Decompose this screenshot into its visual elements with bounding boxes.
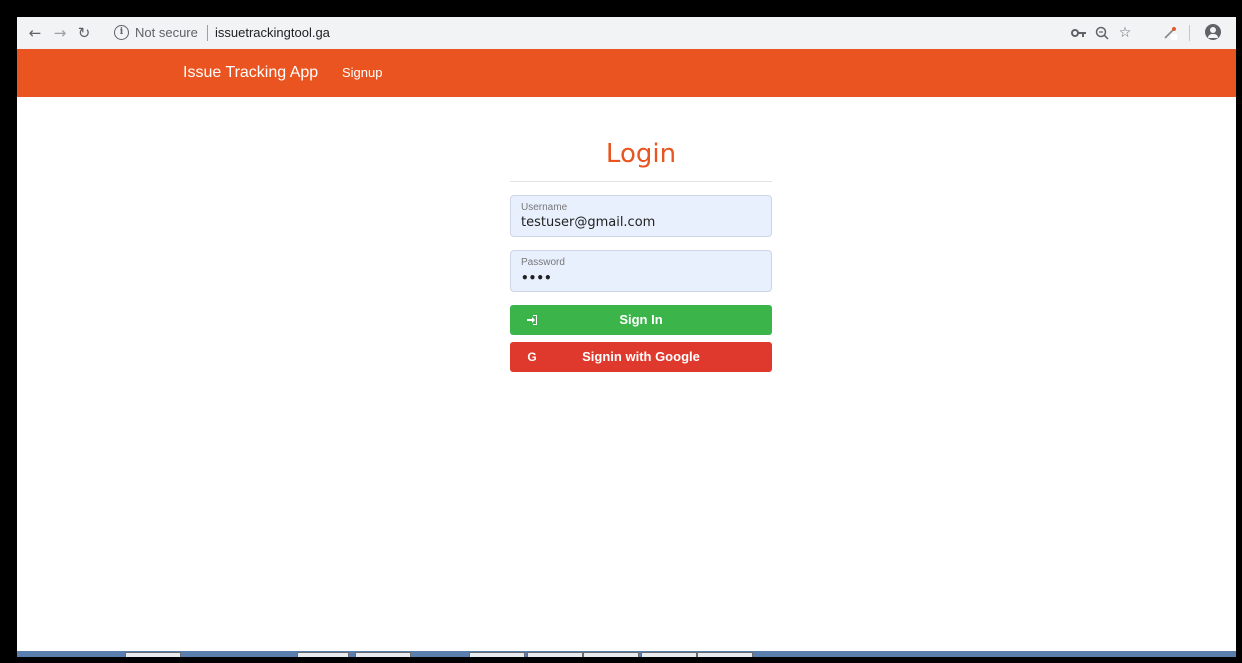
- signup-link[interactable]: Signup: [342, 65, 382, 81]
- sign-in-button[interactable]: Sign In: [510, 305, 772, 335]
- taskbar-item[interactable]: [697, 652, 753, 657]
- taskbar-item[interactable]: [527, 652, 583, 657]
- browser-window: ← → ↻ i Not secure issuetrackingtool.ga: [17, 17, 1236, 657]
- security-label[interactable]: Not secure: [135, 24, 198, 42]
- back-arrow-icon[interactable]: ←: [25, 23, 45, 43]
- forward-arrow-icon[interactable]: →: [50, 23, 70, 43]
- reload-icon[interactable]: ↻: [74, 23, 94, 43]
- key-icon[interactable]: [1069, 23, 1089, 43]
- sign-in-icon: [524, 305, 540, 337]
- sign-in-label: Sign In: [619, 312, 663, 327]
- username-label: Username: [521, 202, 568, 213]
- browser-toolbar: ← → ↻ i Not secure issuetrackingtool.ga: [17, 17, 1236, 50]
- taskbar-item[interactable]: [125, 652, 181, 657]
- eyedropper-icon[interactable]: [1160, 23, 1180, 43]
- zoom-icon[interactable]: [1092, 23, 1112, 43]
- taskbar-item[interactable]: [469, 652, 525, 657]
- password-input[interactable]: ••••: [521, 270, 761, 286]
- taskbar-item[interactable]: [583, 652, 639, 657]
- brand-link[interactable]: Issue Tracking App: [183, 63, 318, 83]
- taskbar: [17, 651, 1236, 657]
- password-field[interactable]: Password ••••: [510, 250, 772, 292]
- taskbar-item[interactable]: [641, 652, 697, 657]
- taskbar-item[interactable]: [297, 652, 349, 657]
- username-field[interactable]: Username testuser@gmail.com: [510, 195, 772, 237]
- username-input[interactable]: testuser@gmail.com: [521, 215, 761, 231]
- profile-icon[interactable]: [1205, 24, 1221, 40]
- taskbar-item[interactable]: [355, 652, 411, 657]
- google-signin-label: Signin with Google: [582, 349, 700, 364]
- title-divider: [510, 181, 772, 182]
- screen-frame: ← → ↻ i Not secure issuetrackingtool.ga: [0, 0, 1242, 663]
- google-icon: G: [527, 350, 537, 364]
- info-icon[interactable]: i: [114, 25, 129, 40]
- google-signin-button[interactable]: G Signin with Google: [510, 342, 772, 372]
- toolbar-separator: [1189, 25, 1190, 41]
- page-title: Login: [605, 139, 677, 169]
- address-divider: [207, 25, 208, 41]
- url-text[interactable]: issuetrackingtool.ga: [215, 24, 330, 42]
- password-label: Password: [521, 257, 565, 268]
- address-bar[interactable]: i Not secure issuetrackingtool.ga: [104, 21, 1124, 45]
- app-navbar: Issue Tracking App Signup: [17, 49, 1236, 97]
- star-icon[interactable]: ☆: [1115, 23, 1135, 43]
